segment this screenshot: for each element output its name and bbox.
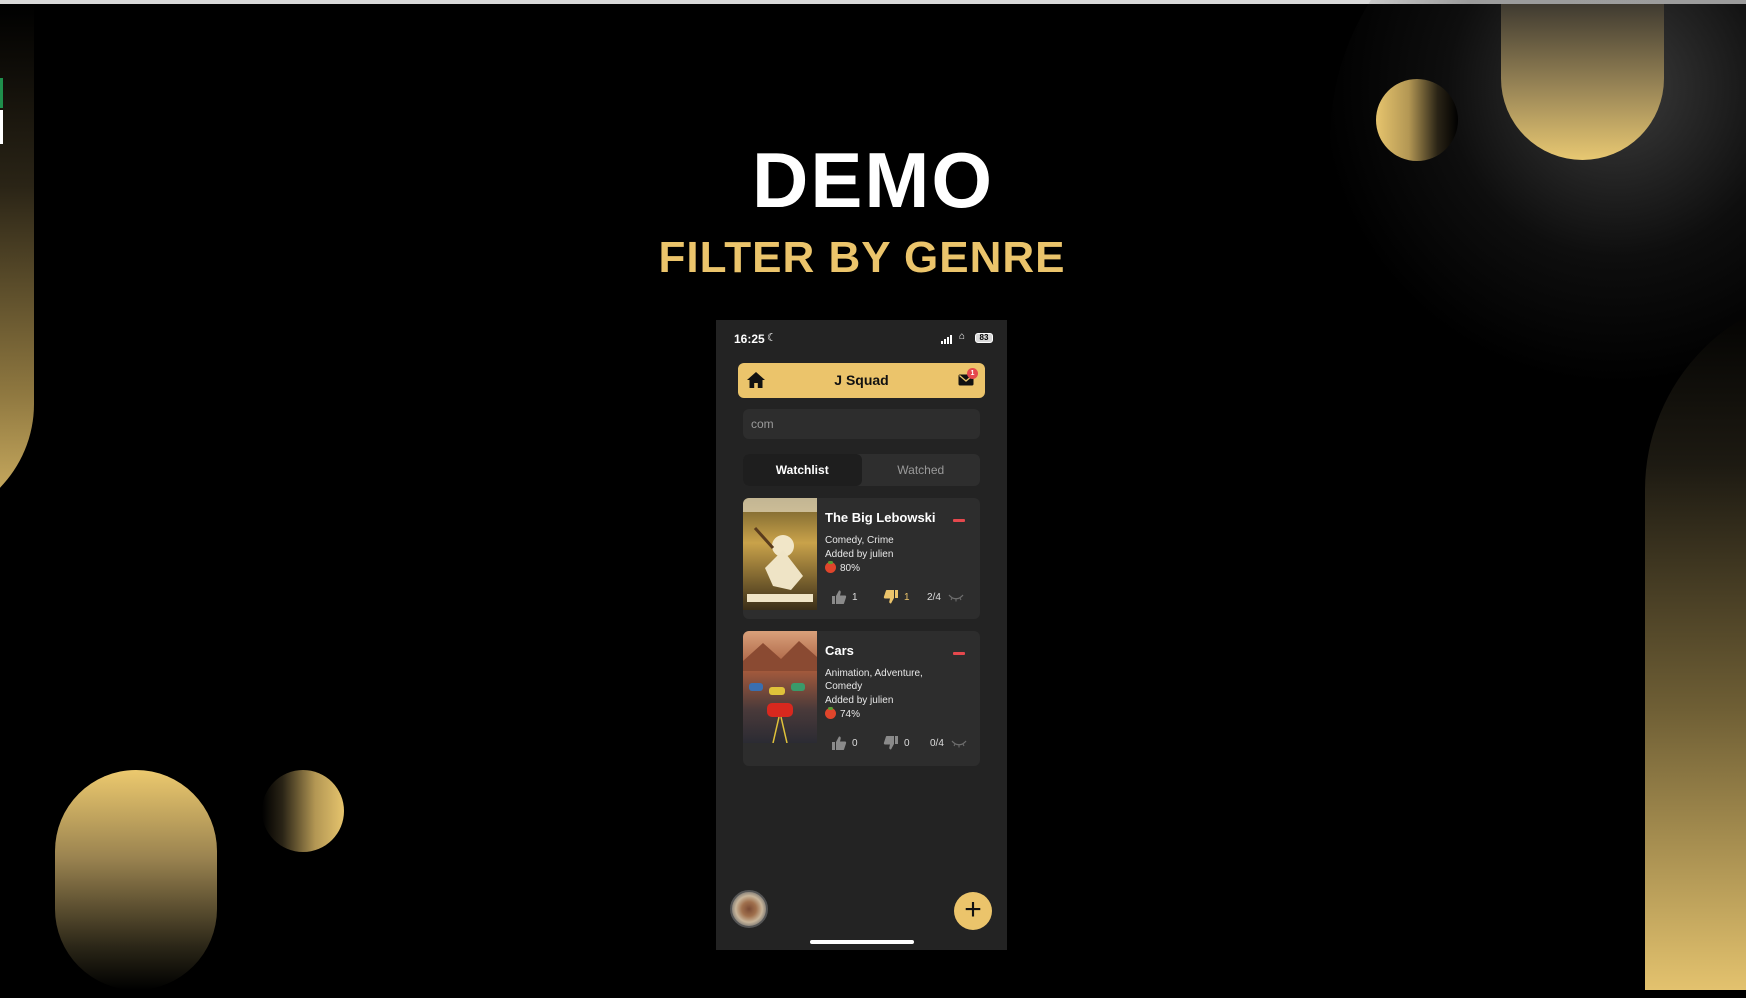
- like-count: 1: [852, 592, 858, 603]
- search-input[interactable]: [743, 409, 980, 439]
- remove-button[interactable]: [953, 652, 965, 655]
- movie-title: The Big Lebowski: [825, 510, 936, 525]
- phone-screen: 16:25 ☾ ⌂ 83 J Squad 1 Watchlist Watched: [716, 320, 1007, 950]
- movie-card[interactable]: Cars Animation, Adventure, Comedy Added …: [743, 631, 980, 766]
- signal-icon: [941, 335, 952, 344]
- decorative-circle-bottom-left: [262, 770, 344, 852]
- eye-closed-icon[interactable]: [948, 591, 964, 603]
- wifi-icon: ⌂: [959, 331, 966, 342]
- movie-rating: 74%: [825, 707, 940, 721]
- slide-title: DEMO: [752, 136, 994, 224]
- thumbs-down-icon[interactable]: [883, 735, 899, 751]
- movie-poster: [743, 631, 817, 743]
- tomato-icon: [825, 707, 836, 719]
- list-tabs: Watchlist Watched: [743, 454, 980, 486]
- moon-icon: ☾: [767, 332, 777, 344]
- slide-subtitle: FILTER BY GENRE: [658, 233, 1066, 282]
- eye-closed-icon[interactable]: [951, 737, 967, 749]
- movie-rating: 80%: [825, 561, 940, 575]
- rating-value: 80%: [840, 563, 861, 574]
- decorative-pill-bottom-left: [55, 770, 217, 990]
- movie-added-by: Added by julien: [825, 695, 894, 706]
- battery-icon: 83: [975, 333, 993, 343]
- avatar[interactable]: [730, 890, 768, 928]
- status-bar: 16:25 ☾ ⌂ 83: [716, 320, 1007, 358]
- group-title: J Squad: [834, 372, 889, 388]
- decorative-pill-top-right: [1501, 4, 1664, 160]
- watch-progress: 0/4: [930, 738, 944, 749]
- notification-badge: 1: [967, 368, 978, 379]
- thumbs-down-icon[interactable]: [883, 589, 899, 605]
- dislike-count: 0: [904, 738, 910, 749]
- movie-genres: Animation, Adventure, Comedy: [825, 668, 923, 692]
- thumbs-up-icon[interactable]: [831, 735, 847, 751]
- movie-added-by: Added by julien: [825, 549, 894, 560]
- watch-progress: 2/4: [927, 592, 941, 603]
- like-count: 0: [852, 738, 858, 749]
- home-indicator: [810, 940, 914, 944]
- status-time: 16:25: [734, 332, 765, 346]
- vote-row: 0 0 0/4: [831, 735, 971, 751]
- slide: DEMO FILTER BY GENRE 16:25 ☾ ⌂ 83 J Squa…: [0, 0, 1746, 998]
- tomato-icon: [825, 561, 836, 573]
- thumbs-up-icon[interactable]: [831, 589, 847, 605]
- dislike-count: 1: [904, 592, 910, 603]
- group-header: J Squad 1: [738, 363, 985, 398]
- decorative-right-strip: [1645, 290, 1746, 990]
- movie-poster: [743, 498, 817, 610]
- remove-button[interactable]: [953, 519, 965, 522]
- movie-title: Cars: [825, 643, 854, 658]
- movie-genres: Comedy, Crime: [825, 535, 894, 546]
- tab-watchlist[interactable]: Watchlist: [743, 454, 862, 486]
- home-icon[interactable]: [746, 371, 766, 389]
- rating-value: 74%: [840, 709, 861, 720]
- movie-card[interactable]: The Big Lebowski Comedy, Crime Added by …: [743, 498, 980, 619]
- tab-watched[interactable]: Watched: [862, 454, 981, 486]
- add-movie-button[interactable]: +: [954, 892, 992, 930]
- vote-row: 1 1 2/4: [831, 589, 971, 605]
- decorative-edge-mark: [0, 78, 3, 108]
